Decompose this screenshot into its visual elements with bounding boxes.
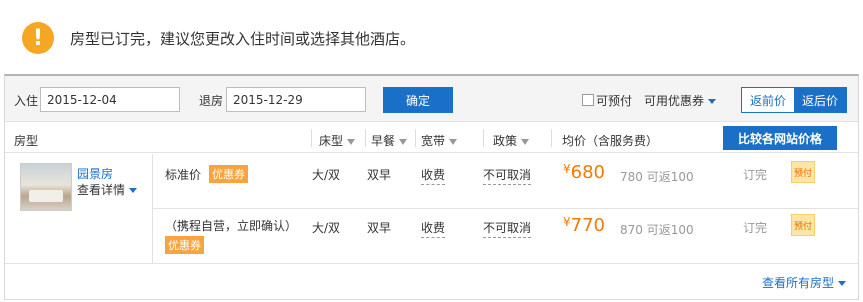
prepay-checkbox-label[interactable]: 可预付 [596,92,632,109]
room-type-header: 房型 [14,134,39,148]
rate-row: 标准价 优惠券 大/双 双早 收费 不可取消 ¥680 780 可返100 订完… [153,154,858,209]
rate-price: ¥680 [563,162,605,183]
breakfast-value: 双早 [367,221,392,235]
sold-out-status: 订完 [743,221,768,235]
return-after-price-button[interactable]: 返后价 [794,88,846,112]
notice-text: 房型已订完，建议您更改入住时间或选择其他酒店。 [70,29,416,48]
currency-symbol: ¥ [563,162,571,176]
filter-icon [449,138,458,145]
broadband-header: 宽带 [421,134,446,148]
policy-header: 政策 [493,134,518,148]
prepay-badge: 预付 [791,214,815,236]
checkout-label: 退房 [199,94,224,108]
rebate-info: 870 可返100 [620,223,694,237]
chevron-down-icon [129,188,138,193]
currency-symbol: ¥ [563,215,571,229]
view-all-rooms-link[interactable]: 查看所有房型 [762,274,846,291]
bed-type-value: 大/双 [312,221,341,235]
chevron-down-icon [708,99,717,104]
room-detail-toggle[interactable]: 查看详情 [77,181,138,198]
rebate-info: 780 可返100 [620,170,694,184]
filter-icon [347,138,356,145]
column-header-row: 房型 床型 早餐 宽带 政策 均价（含服务费） 比较各网站价格 [5,123,858,153]
photo-bed [29,190,63,202]
header-divider [415,129,416,147]
broadband-value[interactable]: 收费 [421,219,446,238]
filter-icon [521,138,530,145]
room-booking-page: ! 房型已订完，建议您更改入住时间或选择其他酒店。 入住 2015-12-04 … [0,0,863,302]
breakfast-value: 双早 [367,168,392,182]
rate-name: （携程自营，立即确认） [165,219,298,233]
prepay-badge: 预付 [791,161,815,183]
rate-name: 标准价 [165,168,202,182]
coupon-badge: 优惠券 [165,236,204,254]
price-mode-toggle: 返前价 返后价 [741,87,847,113]
compare-prices-button[interactable]: 比较各网站价格 [723,126,837,150]
policy-filter[interactable]: 政策 [493,132,530,149]
filter-icon [399,138,408,145]
room-info-cell: 园景房 查看详情 [5,154,153,264]
checkout-date-input[interactable]: 2015-12-29 [226,87,366,112]
rate-price: ¥770 [563,215,605,236]
price-amount: 770 [570,215,605,236]
cancel-policy-value[interactable]: 不可取消 [483,166,532,185]
header-divider [483,129,484,147]
checkin-date-input[interactable]: 2015-12-04 [40,87,180,112]
return-before-price-button[interactable]: 返前价 [742,88,794,112]
coupon-filter-label: 可用优惠券 [644,94,705,108]
view-all-rooms-label: 查看所有房型 [761,276,834,290]
exclamation-icon: ! [22,22,54,54]
bed-type-header: 床型 [319,134,344,148]
date-filter-bar: 入住 2015-12-04 退房 2015-12-29 确定 可预付 可用优惠券… [5,76,858,122]
sold-out-notice: ! 房型已订完，建议您更改入住时间或选择其他酒店。 [22,22,415,54]
room-list-panel: 入住 2015-12-04 退房 2015-12-29 确定 可预付 可用优惠券… [4,74,859,300]
price-header: 均价（含服务费） [562,134,659,148]
chevron-down-icon [838,281,846,286]
confirm-button[interactable]: 确定 [383,87,453,113]
room-photo[interactable] [20,163,72,211]
bed-type-filter[interactable]: 床型 [319,132,356,149]
header-divider [311,129,312,147]
header-divider [551,129,552,147]
checkin-label: 入住 [14,94,39,108]
rate-row: （携程自营，立即确认） 优惠券 大/双 双早 收费 不可取消 ¥770 870 … [153,209,858,264]
header-divider [365,129,366,147]
broadband-filter[interactable]: 宽带 [421,132,458,149]
broadband-value[interactable]: 收费 [421,166,446,185]
room-detail-label: 查看详情 [77,183,126,197]
prepay-checkbox[interactable] [582,94,594,106]
cancel-policy-value[interactable]: 不可取消 [483,219,532,238]
room-rates-group: 园景房 查看详情 标准价 优惠券 大/双 双早 收费 不可取消 ¥680 780… [5,154,858,264]
coupon-filter-dropdown[interactable]: 可用优惠券 [644,92,717,109]
breakfast-filter[interactable]: 早餐 [371,132,408,149]
sold-out-status: 订完 [743,168,768,182]
breakfast-header: 早餐 [371,134,396,148]
coupon-badge: 优惠券 [209,165,248,183]
room-name-link[interactable]: 园景房 [77,165,113,182]
price-amount: 680 [570,162,605,183]
bed-type-value: 大/双 [312,168,341,182]
